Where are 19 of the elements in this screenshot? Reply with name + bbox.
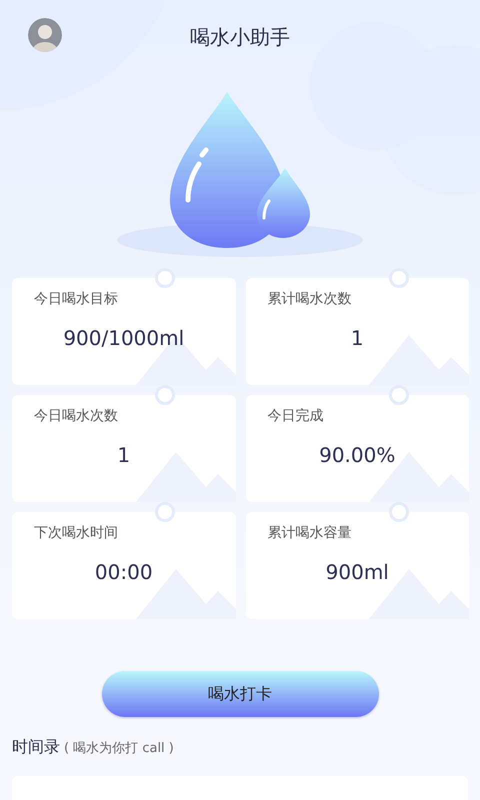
stat-label: 累计喝水次数 xyxy=(268,290,352,308)
stat-label: 今日喝水次数 xyxy=(34,407,119,425)
stat-label: 下次喝水时间 xyxy=(34,524,119,542)
mountain-icon xyxy=(136,452,236,502)
stat-label: 今日完成 xyxy=(268,407,324,425)
avatar-icon[interactable] xyxy=(28,18,62,52)
section-title: 时间录 xyxy=(12,737,60,758)
stat-value: 1 xyxy=(116,443,132,467)
stat-value: 900ml xyxy=(324,560,390,584)
stat-label: 累计喝水容量 xyxy=(268,524,352,542)
stat-value: 900/1000ml xyxy=(62,326,186,350)
stat-value: 00:00 xyxy=(94,560,154,584)
stat-label: 今日喝水目标 xyxy=(34,290,119,308)
section-subtitle: ( 喝水为你打 call ) xyxy=(64,740,174,757)
stat-value: 1 xyxy=(350,326,365,350)
check-in-button[interactable]: 喝水打卡 xyxy=(102,671,378,717)
mountain-icon xyxy=(369,335,469,385)
app-title: 喝水小助手 xyxy=(190,24,290,51)
stat-value: 90.00% xyxy=(318,443,396,467)
